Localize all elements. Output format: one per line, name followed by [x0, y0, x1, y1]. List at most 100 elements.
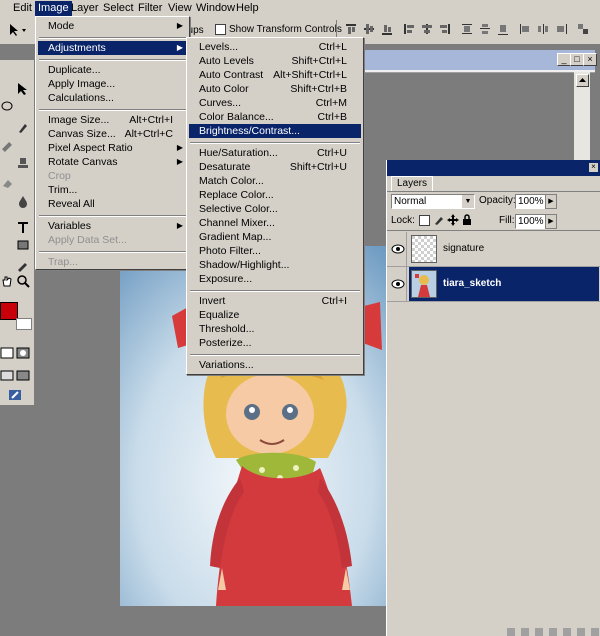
- show-transform-checkbox[interactable]: [215, 24, 226, 35]
- stamp-tool[interactable]: [16, 156, 30, 170]
- menu-item-hue-saturation[interactable]: Hue/Saturation... Ctrl+U: [189, 146, 361, 160]
- menu-item-color-balance[interactable]: Color Balance... Ctrl+B: [189, 110, 361, 124]
- menu-edit[interactable]: Edit: [13, 2, 32, 14]
- menu-item-match-color[interactable]: Match Color...: [189, 174, 361, 188]
- minimize-button[interactable]: _: [557, 53, 571, 66]
- align-top-button[interactable]: [344, 22, 358, 36]
- fill-input[interactable]: 100%: [515, 214, 547, 229]
- menu-item-posterize[interactable]: Posterize...: [189, 336, 361, 350]
- delete-layer-button[interactable]: [591, 628, 599, 636]
- menu-item-variables[interactable]: Variables ▶: [38, 219, 187, 233]
- new-group-button[interactable]: [563, 628, 571, 636]
- distribute-right-button[interactable]: [554, 22, 568, 36]
- menu-image[interactable]: Image: [35, 1, 72, 16]
- shape-tool[interactable]: [16, 238, 30, 252]
- menu-item-trim[interactable]: Trim...: [38, 183, 187, 197]
- distribute-hcenter-button[interactable]: [536, 22, 550, 36]
- distribute-left-button[interactable]: [518, 22, 532, 36]
- menu-item-variations[interactable]: Variations...: [189, 358, 361, 372]
- opacity-input[interactable]: 100%: [515, 194, 547, 209]
- menu-item-invert[interactable]: Invert Ctrl+I: [189, 294, 361, 308]
- menu-help[interactable]: Help: [236, 2, 259, 14]
- layer-style-button[interactable]: [521, 628, 529, 636]
- menu-item-selective-color[interactable]: Selective Color...: [189, 202, 361, 216]
- menu-item-mode[interactable]: Mode ▶: [38, 19, 187, 33]
- align-hcenter-button[interactable]: [420, 22, 434, 36]
- blur-tool[interactable]: [16, 194, 30, 208]
- hand-tool[interactable]: [0, 274, 14, 288]
- menu-item-levels[interactable]: Levels... Ctrl+L: [189, 40, 361, 54]
- background-color-swatch[interactable]: [16, 318, 32, 330]
- fill-slider-button[interactable]: ▶: [545, 214, 557, 229]
- menu-item-pixel-aspect-ratio[interactable]: Pixel Aspect Ratio ▶: [38, 141, 187, 155]
- move-tool[interactable]: [16, 82, 30, 96]
- layer-visibility-toggle[interactable]: [390, 232, 407, 266]
- menu-item-equalize[interactable]: Equalize: [189, 308, 361, 322]
- menu-item-auto-color[interactable]: Auto Color Shift+Ctrl+B: [189, 82, 361, 96]
- menu-item-exposure[interactable]: Exposure...: [189, 272, 361, 286]
- move-tool-preset[interactable]: [2, 22, 30, 38]
- scroll-up-button[interactable]: [576, 74, 589, 87]
- distribute-top-button[interactable]: [460, 22, 474, 36]
- menu-item-auto-contrast[interactable]: Auto Contrast Alt+Shift+Ctrl+L: [189, 68, 361, 82]
- menu-filter[interactable]: Filter: [138, 2, 162, 14]
- menu-item-shadow-highlight[interactable]: Shadow/Highlight...: [189, 258, 361, 272]
- menu-item-curves[interactable]: Curves... Ctrl+M: [189, 96, 361, 110]
- menu-window[interactable]: Window: [196, 2, 235, 14]
- blend-mode-select[interactable]: Normal ▼: [391, 194, 475, 209]
- align-vcenter-button[interactable]: [362, 22, 376, 36]
- link-layers-button[interactable]: [507, 628, 515, 636]
- layers-palette-titlebar[interactable]: ×: [387, 160, 600, 176]
- menu-item-desaturate[interactable]: Desaturate Shift+Ctrl+U: [189, 160, 361, 174]
- menu-select[interactable]: Select: [103, 2, 134, 14]
- screen-mode-full[interactable]: [16, 368, 30, 382]
- quick-mask-button[interactable]: [16, 346, 30, 360]
- menu-item-channel-mixer[interactable]: Channel Mixer...: [189, 216, 361, 230]
- align-right-button[interactable]: [438, 22, 452, 36]
- layer-row-tiara-sketch[interactable]: tiara_sketch: [409, 267, 599, 301]
- adjustment-layer-button[interactable]: [549, 628, 557, 636]
- distribute-vcenter-button[interactable]: [478, 22, 492, 36]
- new-layer-button[interactable]: [577, 628, 585, 636]
- brush-tool[interactable]: [16, 120, 30, 134]
- menu-item-auto-levels[interactable]: Auto Levels Shift+Ctrl+L: [189, 54, 361, 68]
- close-button[interactable]: ×: [583, 53, 597, 66]
- jump-to-imageready[interactable]: [8, 388, 22, 402]
- screen-mode-standard[interactable]: [0, 368, 14, 382]
- eyedropper-tool[interactable]: [16, 258, 30, 272]
- layer-row-signature[interactable]: signature: [409, 232, 599, 266]
- layer-visibility-toggle[interactable]: [390, 267, 407, 301]
- zoom-tool[interactable]: [16, 274, 30, 288]
- layer-mask-button[interactable]: [535, 628, 543, 636]
- standard-mode-button[interactable]: [0, 346, 14, 360]
- menu-item-threshold[interactable]: Threshold...: [189, 322, 361, 336]
- tab-layers[interactable]: Layers: [391, 176, 433, 191]
- menu-item-image-size[interactable]: Image Size... Alt+Ctrl+I: [38, 113, 187, 127]
- text-tool[interactable]: [16, 220, 30, 234]
- menu-item-rotate-canvas[interactable]: Rotate Canvas ▶: [38, 155, 187, 169]
- lock-position-button[interactable]: [447, 214, 459, 226]
- menu-item-reveal-all[interactable]: Reveal All: [38, 197, 187, 211]
- opacity-slider-button[interactable]: ▶: [545, 194, 557, 209]
- menu-item-apply-image[interactable]: Apply Image...: [38, 77, 187, 91]
- menu-item-gradient-map[interactable]: Gradient Map...: [189, 230, 361, 244]
- maximize-button[interactable]: □: [570, 53, 584, 66]
- lock-all-button[interactable]: [461, 214, 473, 226]
- menu-layer[interactable]: Layer: [71, 2, 99, 14]
- menu-view[interactable]: View: [168, 2, 192, 14]
- palette-close-button[interactable]: ×: [589, 163, 598, 172]
- show-transform-controls[interactable]: Show Transform Controls: [215, 24, 342, 35]
- lock-transparency-button[interactable]: [419, 215, 430, 226]
- align-bottom-button[interactable]: [380, 22, 394, 36]
- menu-item-canvas-size[interactable]: Canvas Size... Alt+Ctrl+C: [38, 127, 187, 141]
- menu-item-replace-color[interactable]: Replace Color...: [189, 188, 361, 202]
- menu-item-duplicate[interactable]: Duplicate...: [38, 63, 187, 77]
- eraser-tool[interactable]: [0, 176, 14, 190]
- align-left-button[interactable]: [402, 22, 416, 36]
- healing-tool[interactable]: [0, 140, 14, 154]
- menu-item-calculations[interactable]: Calculations...: [38, 91, 187, 105]
- menu-item-brightness-contrast[interactable]: Brightness/Contrast...: [189, 124, 361, 138]
- auto-align-button[interactable]: [576, 22, 590, 36]
- menu-item-photo-filter[interactable]: Photo Filter...: [189, 244, 361, 258]
- lock-pixels-button[interactable]: [433, 214, 445, 226]
